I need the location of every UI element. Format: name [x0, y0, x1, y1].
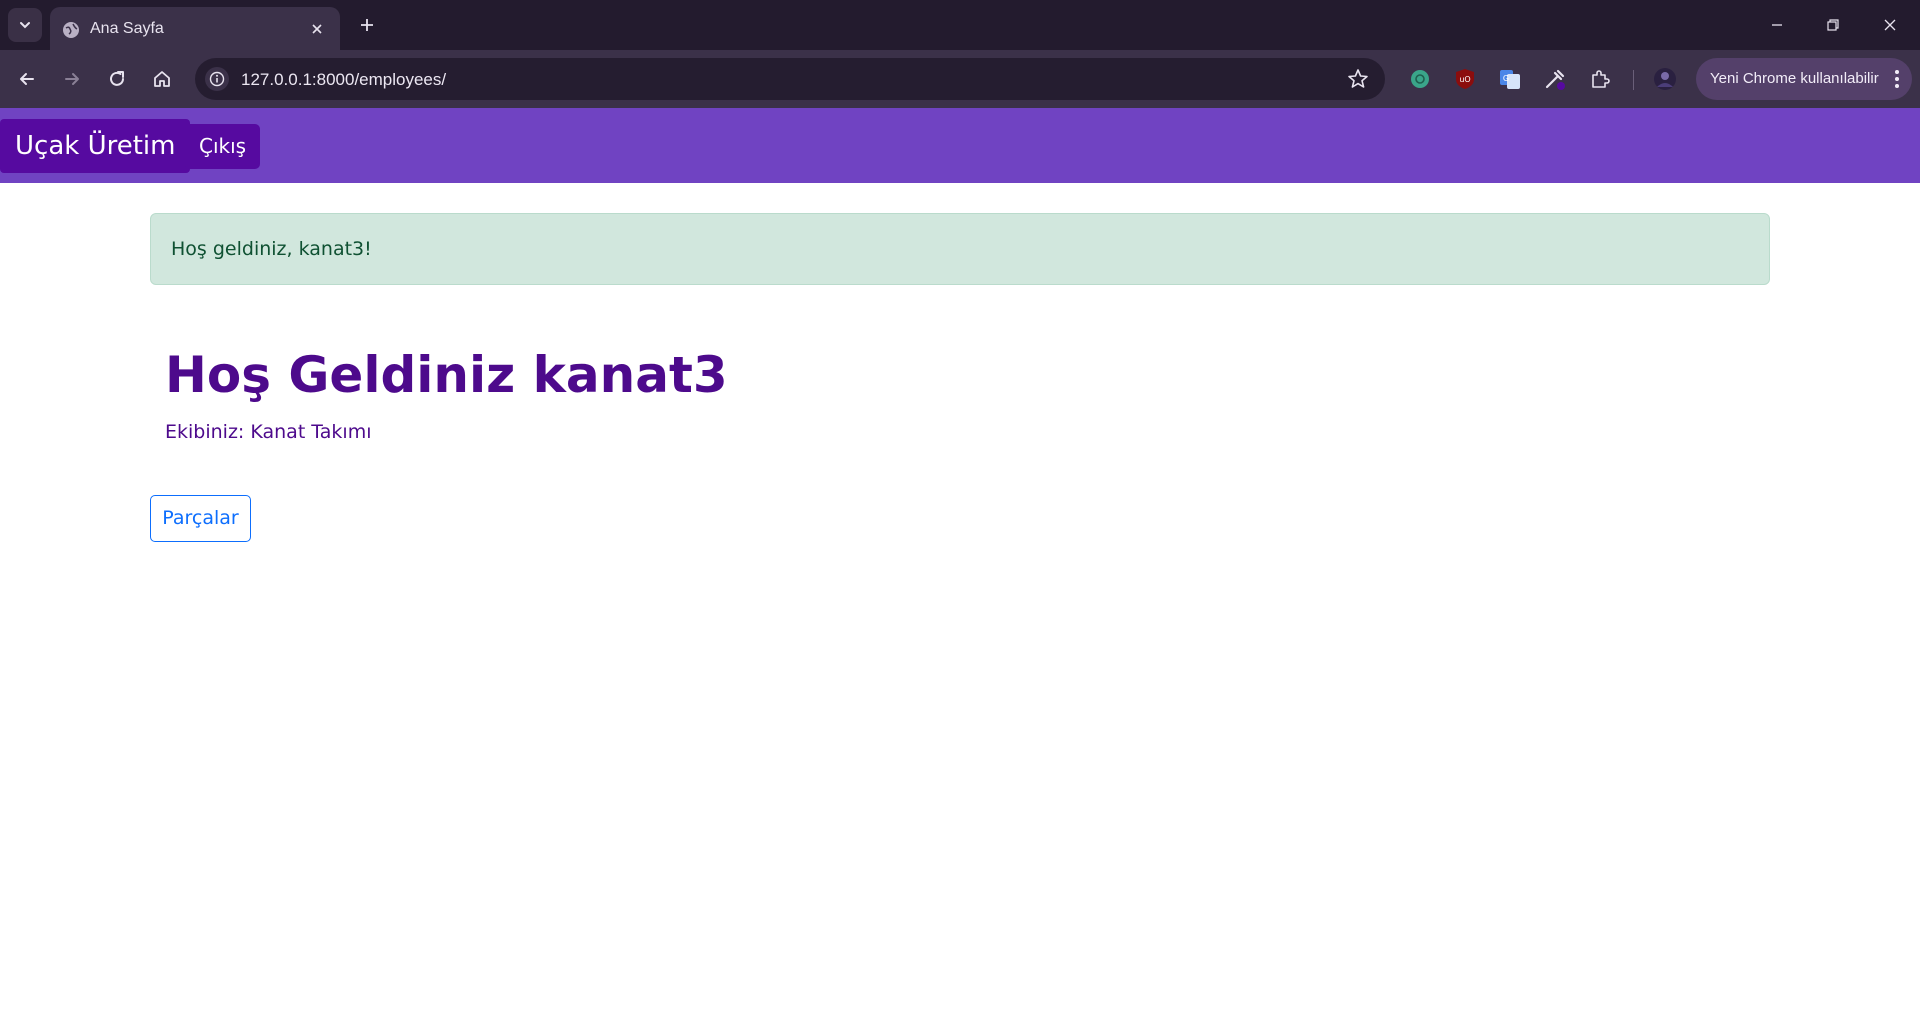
success-alert: Hoş geldiniz, kanat3! — [150, 213, 1770, 285]
app-navbar: Uçak Üretim Çıkış — [0, 108, 1920, 183]
minimize-icon[interactable] — [1764, 12, 1790, 38]
extensions-icon[interactable] — [1588, 67, 1612, 91]
plus-icon[interactable] — [355, 13, 379, 37]
tab-search-button[interactable] — [8, 8, 42, 42]
browser-tab-strip: Ana Sayfa — [0, 0, 1920, 50]
team-text: Ekibiniz: Kanat Takımı — [165, 421, 372, 443]
svg-text:G: G — [1503, 74, 1509, 83]
more-vert-icon[interactable] — [1894, 68, 1900, 90]
browser-tab-active[interactable]: Ana Sayfa — [50, 7, 340, 50]
restore-icon[interactable] — [1820, 12, 1846, 38]
alert-message: Hoş geldiniz, kanat3! — [171, 238, 372, 260]
chatgpt-icon[interactable] — [1408, 67, 1432, 91]
home-icon[interactable] — [148, 65, 176, 93]
url-text[interactable]: 127.0.0.1:8000/employees/ — [241, 70, 446, 90]
globe-icon — [63, 22, 79, 38]
forward-icon[interactable] — [58, 65, 86, 93]
toolbar-divider — [1633, 70, 1634, 90]
browser-toolbar: 127.0.0.1:8000/employees/ uO G Yeni Chro… — [0, 50, 1920, 108]
close-window-icon[interactable] — [1877, 12, 1903, 38]
chevron-down-icon — [20, 22, 30, 29]
svg-text:uO: uO — [1459, 75, 1470, 84]
brand-link[interactable]: Uçak Üretim — [0, 119, 191, 173]
close-icon[interactable] — [306, 18, 328, 40]
back-icon[interactable] — [13, 65, 41, 93]
page-content: Uçak Üretim Çıkış Hoş geldiniz, kanat3! … — [0, 108, 1920, 1020]
chrome-update-chip[interactable]: Yeni Chrome kullanılabilir — [1696, 58, 1912, 100]
info-icon[interactable] — [205, 67, 229, 91]
chrome-update-label: Yeni Chrome kullanılabilir — [1710, 70, 1879, 87]
address-bar[interactable]: 127.0.0.1:8000/employees/ — [195, 58, 1385, 100]
profile-avatar-icon[interactable] — [1653, 67, 1677, 91]
eyedropper-icon[interactable] — [1543, 67, 1567, 91]
ublock-icon[interactable]: uO — [1453, 67, 1477, 91]
star-icon[interactable] — [1347, 68, 1369, 90]
page-title: Hoş Geldiniz kanat3 — [165, 346, 728, 404]
google-translate-icon[interactable]: G — [1498, 67, 1522, 91]
parts-button[interactable]: Parçalar — [150, 495, 251, 542]
logout-button[interactable]: Çıkış — [185, 124, 261, 169]
tab-title: Ana Sayfa — [90, 20, 164, 37]
reload-icon[interactable] — [103, 65, 131, 93]
